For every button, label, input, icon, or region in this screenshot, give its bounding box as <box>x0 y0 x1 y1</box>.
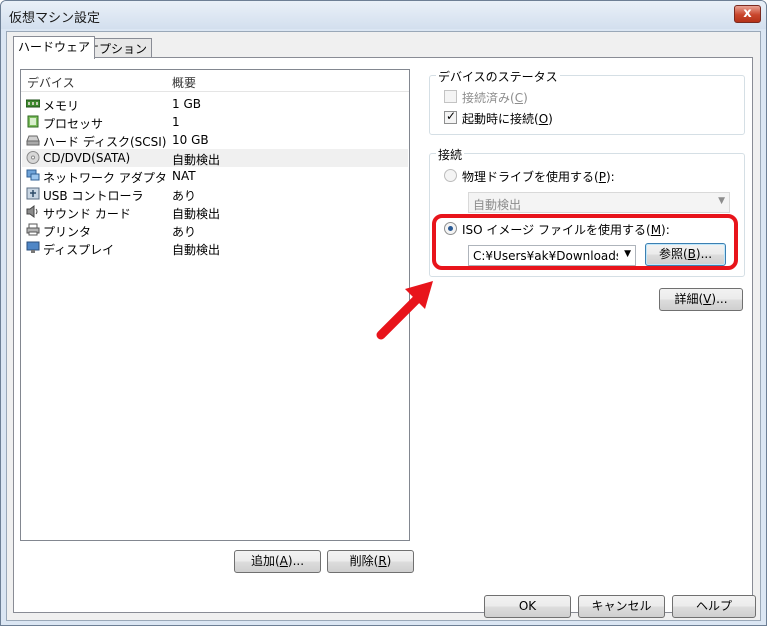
device-summary: 自動検出 <box>172 153 221 167</box>
device-summary: あり <box>172 189 197 203</box>
physical-drive-text: 物理ドライブを使用する( <box>462 170 599 184</box>
connect-at-power-on-label: 起動時に接続(O) <box>462 110 553 127</box>
usb-icon <box>26 187 40 200</box>
red-highlight-box <box>432 214 738 270</box>
connect-at-power-on-accesskey: O <box>538 112 549 126</box>
device-name: CD/DVD(SATA) <box>43 151 131 165</box>
connect-at-power-on-checkbox[interactable]: ✓ <box>444 109 457 124</box>
device-row-cd-dvd[interactable]: CD/DVD(SATA) 自動検出 <box>22 149 408 167</box>
tab-options-label: オプション <box>87 42 148 56</box>
device-summary: あり <box>172 225 197 239</box>
device-summary: 10 GB <box>172 133 209 147</box>
cd-dvd-icon <box>26 151 40 164</box>
advanced-button[interactable]: 詳細(V)... <box>659 288 743 311</box>
connect-at-power-on-suffix: ) <box>548 112 553 126</box>
device-row-hard-disk[interactable]: ハード ディスク(SCSI) 10 GB <box>22 131 408 149</box>
device-name: サウンド カード <box>43 207 131 221</box>
remove-button-suffix: ) <box>386 554 392 568</box>
device-status-label: デバイスのステータス <box>436 68 560 85</box>
device-row-processor[interactable]: プロセッサ 1 <box>22 113 408 131</box>
device-name: ネットワーク アダプタ <box>43 171 167 185</box>
add-button[interactable]: 追加(A)... <box>234 550 321 573</box>
device-row-display[interactable]: ディスプレイ 自動検出 <box>22 239 408 257</box>
device-name: プロセッサ <box>43 117 104 131</box>
column-header-device[interactable]: デバイス <box>27 74 75 91</box>
checkmark-icon: ✓ <box>446 109 457 123</box>
remove-button[interactable]: 削除(R) <box>327 550 414 573</box>
connected-label: 接続済み(C) <box>462 89 528 106</box>
device-summary: 自動検出 <box>172 243 221 257</box>
connected-checkbox[interactable] <box>444 90 457 103</box>
window-title: 仮想マシン設定 <box>9 11 101 26</box>
physical-drive-select[interactable]: 自動検出 ▼ <box>468 192 730 213</box>
device-row-network-adapter[interactable]: ネットワーク アダプタ NAT <box>22 167 408 185</box>
device-row-memory[interactable]: メモリ 1 GB <box>22 95 408 113</box>
help-button[interactable]: ヘルプ <box>672 595 756 618</box>
connected-label-suffix: ) <box>523 91 528 105</box>
device-summary: 1 <box>172 115 180 129</box>
column-header-summary[interactable]: 概要 <box>172 74 196 91</box>
connected-label-text: 接続済み( <box>462 91 515 105</box>
virtual-machine-settings-window: 仮想マシン設定 x ハードウェア オプション デバイス 概要 メモリ 1 GB … <box>0 0 767 626</box>
advanced-button-label: 詳細( <box>674 292 704 306</box>
connected-label-accesskey: C <box>514 91 524 105</box>
device-name: プリンタ <box>43 225 92 239</box>
help-button-label: ヘルプ <box>695 599 732 613</box>
hard-disk-icon <box>26 135 40 146</box>
advanced-button-suffix: )... <box>711 292 728 306</box>
remove-button-label: 削除( <box>349 554 379 568</box>
device-list[interactable]: デバイス 概要 メモリ 1 GB プロセッサ 1 ハード ディスク(SCSI) … <box>20 69 410 541</box>
ok-button[interactable]: OK <box>484 595 571 618</box>
printer-icon <box>26 223 40 236</box>
memory-icon <box>26 99 40 108</box>
device-status-group: デバイスのステータス 接続済み(C) ✓ 起動時に接続(O) <box>429 68 745 135</box>
device-row-usb-controller[interactable]: USB コントローラ あり <box>22 185 408 203</box>
sound-card-icon <box>26 205 38 218</box>
tab-hardware[interactable]: ハードウェア <box>13 36 96 59</box>
add-button-label: 追加( <box>250 554 280 568</box>
close-button[interactable]: x <box>734 5 761 23</box>
display-icon <box>26 241 40 253</box>
physical-drive-accesskey: P <box>598 170 606 184</box>
device-name: USB コントローラ <box>43 189 144 203</box>
network-adapter-icon <box>26 169 40 181</box>
device-name: メモリ <box>43 99 80 113</box>
chevron-down-icon: ▼ <box>718 196 725 206</box>
red-arrow-icon <box>376 281 433 340</box>
connection-label: 接続 <box>436 146 465 163</box>
tab-hardware-label: ハードウェア <box>18 40 91 54</box>
physical-drive-value: 自動検出 <box>473 198 522 212</box>
close-icon: x <box>743 6 752 21</box>
device-name: ハード ディスク(SCSI) <box>43 135 167 149</box>
cancel-button-label: キャンセル <box>591 599 652 613</box>
processor-icon <box>27 115 39 128</box>
connect-at-power-on-text: 起動時に接続( <box>462 112 539 126</box>
device-summary: 1 GB <box>172 97 201 111</box>
physical-drive-radio[interactable] <box>444 169 457 182</box>
device-summary: NAT <box>172 169 196 183</box>
device-list-header: デバイス 概要 <box>21 70 409 92</box>
device-summary: 自動検出 <box>172 207 221 221</box>
title-bar[interactable]: 仮想マシン設定 x <box>1 1 766 29</box>
device-row-sound-card[interactable]: サウンド カード 自動検出 <box>22 203 408 221</box>
device-name: ディスプレイ <box>43 243 115 257</box>
add-button-accesskey: A <box>279 554 288 568</box>
add-button-suffix: )... <box>287 554 305 568</box>
cancel-button[interactable]: キャンセル <box>578 595 665 618</box>
physical-drive-label: 物理ドライブを使用する(P): <box>462 168 615 185</box>
physical-drive-suffix: ): <box>605 170 615 184</box>
device-row-printer[interactable]: プリンタ あり <box>22 221 408 239</box>
remove-button-accesskey: R <box>378 554 387 568</box>
ok-button-label: OK <box>518 599 537 613</box>
